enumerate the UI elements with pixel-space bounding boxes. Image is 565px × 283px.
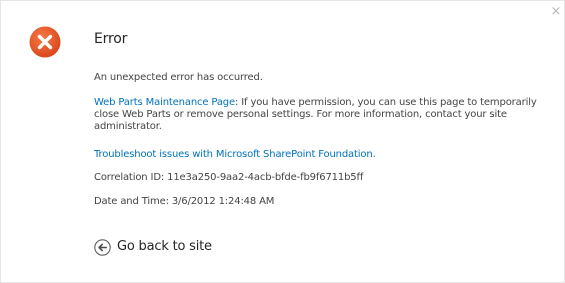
page-title: Error	[94, 31, 128, 47]
arrow-left-circle-icon	[94, 238, 111, 256]
error-message: An unexpected error has occurred.	[94, 72, 263, 83]
correlation-id: Correlation ID: 11e3a250-9aa2-4acb-bfde-…	[94, 172, 364, 183]
error-dialog: × Error An unexpected error has occurred…	[0, 0, 565, 283]
error-icon	[29, 26, 61, 58]
go-back-button[interactable]: Go back to site	[94, 237, 212, 257]
web-parts-maintenance-link[interactable]: Web Parts Maintenance Page	[94, 97, 235, 108]
troubleshoot-line: Troubleshoot issues with Microsoft Share…	[94, 149, 376, 161]
go-back-label: Go back to site	[117, 239, 212, 254]
web-parts-info: Web Parts Maintenance Page: If you have …	[94, 97, 544, 133]
close-icon[interactable]: ×	[550, 5, 562, 19]
date-time: Date and Time: 3/6/2012 1:24:48 AM	[94, 196, 275, 207]
troubleshoot-link[interactable]: Troubleshoot issues with Microsoft Share…	[94, 149, 376, 160]
